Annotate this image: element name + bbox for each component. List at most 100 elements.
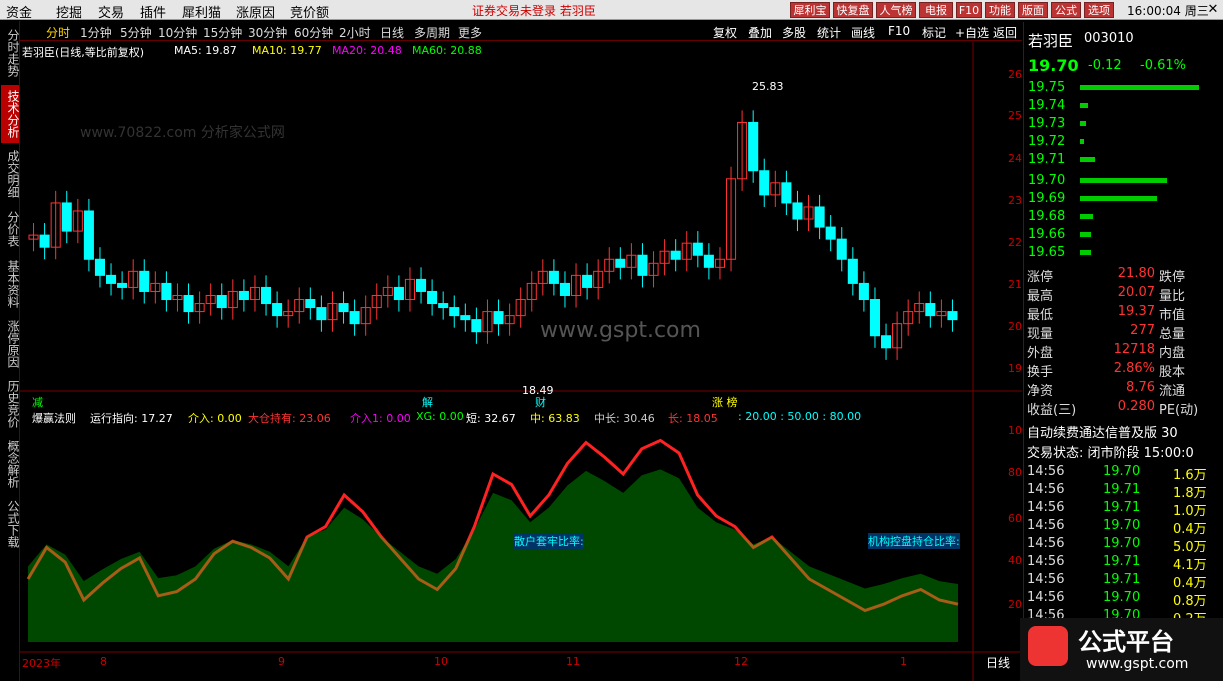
date-axis-label: 12: [734, 655, 748, 668]
depth-bar: [1080, 178, 1167, 183]
tick-row: 14:56 19.71 0.4万: [1027, 572, 1207, 591]
event-marker[interactable]: 减: [32, 394, 43, 410]
candle-body: [238, 290, 249, 301]
toolbar-btn-0[interactable]: 犀利宝: [790, 2, 830, 18]
menu-auction[interactable]: 竞价额: [290, 2, 329, 21]
candle-body: [349, 311, 360, 325]
tool-0[interactable]: 复权: [713, 24, 737, 41]
event-marker[interactable]: 解: [422, 394, 433, 410]
tool-1[interactable]: 叠加: [748, 24, 772, 41]
depth-bar: [1080, 121, 1086, 126]
period-8[interactable]: 日线: [380, 24, 404, 41]
toolbar-btn-4[interactable]: F10: [956, 2, 982, 18]
period-3[interactable]: 10分钟: [158, 24, 197, 41]
ind-short: 短: 32.67: [466, 412, 516, 425]
menu-xilimao[interactable]: 犀利猫: [182, 2, 221, 21]
event-marker[interactable]: 财: [535, 394, 546, 410]
period-4[interactable]: 15分钟: [203, 24, 242, 41]
tick-row: 14:56 19.71 4.1万: [1027, 554, 1207, 573]
bid-row: 19.70: [1028, 173, 1167, 188]
candle-body: [869, 299, 881, 337]
date-axis-label: 10: [434, 655, 448, 668]
stat-row: 最高 20.07 量比: [1027, 285, 1186, 304]
ind-band: [28, 469, 958, 642]
candle-body: [449, 307, 460, 317]
candle-body: [393, 286, 404, 301]
toolbar-btn-1[interactable]: 快复盘: [833, 2, 873, 18]
tab-formula-download[interactable]: 公式下载: [1, 495, 20, 553]
minimize-icon[interactable]: –: [1183, 0, 1203, 20]
tab-concept[interactable]: 概念解析: [1, 435, 20, 493]
candle-body: [670, 250, 681, 260]
chart-area[interactable]: 若羽臣(日线,等比前复权) MA5: 19.87 MA10: 19.77 MA2…: [20, 42, 1040, 681]
candle-body: [847, 258, 858, 284]
toolbar-btn-8[interactable]: 选项: [1084, 2, 1114, 18]
candle-body: [316, 307, 327, 321]
candle-body: [637, 254, 648, 276]
period-1[interactable]: 1分钟: [80, 24, 112, 41]
depth-bar: [1080, 232, 1092, 237]
tick-row: 14:56 19.70 0.4万: [1027, 518, 1207, 537]
depth-bar: [1080, 196, 1157, 201]
bid-row: 19.66: [1028, 227, 1092, 242]
candle-body: [117, 282, 128, 288]
stock-name: 若羽臣: [1028, 32, 1074, 50]
tab-history-auction[interactable]: 历史竞价: [1, 375, 20, 433]
tool-7[interactable]: +自选: [955, 24, 989, 41]
date-axis-label: 11: [566, 655, 580, 668]
tab-price-table[interactable]: 分价表: [1, 205, 20, 253]
period-9[interactable]: 多周期: [414, 24, 450, 41]
tab-intraday[interactable]: 分时走势: [1, 23, 20, 83]
ind-dc: 大仓持有: 23.06: [248, 412, 331, 425]
tab-limit-reason[interactable]: 涨停原因: [1, 315, 20, 373]
tool-4[interactable]: 画线: [851, 24, 875, 41]
candle-body: [947, 311, 958, 321]
tab-fundamentals[interactable]: 基本资料: [1, 255, 20, 313]
stock-change: -0.12: [1088, 58, 1122, 73]
period-10[interactable]: 更多: [458, 24, 482, 41]
trading-state: 交易状态: 闭市阶段 15:00:0: [1027, 446, 1194, 461]
ma60-label: MA60: 20.88: [412, 44, 482, 57]
ask-row: 19.75: [1028, 80, 1199, 95]
candle-body: [460, 315, 471, 321]
menu-trade[interactable]: 交易: [98, 2, 124, 21]
menu-funds[interactable]: 资金: [6, 2, 32, 21]
period-7[interactable]: 2小时: [339, 24, 371, 41]
ind-label-inst: 机构控盘持仓比率:: [868, 533, 960, 549]
tab-technical[interactable]: 技术分析: [1, 85, 20, 143]
tool-3[interactable]: 统计: [817, 24, 841, 41]
candle-body: [615, 258, 626, 268]
menu-dig[interactable]: 挖掘: [56, 2, 82, 21]
ind-label-retail: 散户套牢比率:: [514, 533, 584, 549]
toolbar-btn-5[interactable]: 功能: [985, 2, 1015, 18]
period-0[interactable]: 分时: [46, 24, 70, 41]
candle-body: [106, 274, 117, 284]
period-bar: 分时 1分钟 5分钟 10分钟 15分钟 30分钟 60分钟 2小时 日线 多周…: [20, 22, 1022, 41]
logo-text: 公式平台: [1078, 628, 1174, 656]
toolbar-btn-2[interactable]: 人气榜: [876, 2, 916, 18]
ind-levels: : 20.00 : 50.00 : 80.00: [738, 410, 862, 423]
period-5[interactable]: 30分钟: [248, 24, 287, 41]
candle-body: [836, 238, 847, 260]
tab-trades[interactable]: 成交明细: [1, 145, 20, 203]
tool-5[interactable]: F10: [888, 24, 910, 38]
stat-row: 换手 2.86% 股本: [1027, 361, 1186, 380]
tool-8[interactable]: 返回: [993, 24, 1017, 41]
period-2[interactable]: 5分钟: [120, 24, 152, 41]
event-marker[interactable]: 涨 榜: [712, 394, 738, 410]
candle-body: [759, 170, 770, 196]
toolbar-btn-6[interactable]: 版面: [1018, 2, 1048, 18]
promo-link[interactable]: 自动续费通达信普及版 30: [1027, 422, 1178, 441]
toolbar-btn-3[interactable]: 电报: [919, 2, 953, 18]
close-icon[interactable]: ✕: [1203, 0, 1223, 20]
bottom-tab-daily[interactable]: 日线: [986, 654, 1010, 671]
menu-limit-reason[interactable]: 涨原因: [236, 2, 275, 21]
depth-bar: [1080, 103, 1089, 108]
login-banner[interactable]: 证券交易未登录 若羽臣: [472, 2, 596, 19]
tool-6[interactable]: 标记: [922, 24, 946, 41]
tool-2[interactable]: 多股: [782, 24, 806, 41]
menu-plugin[interactable]: 插件: [140, 2, 166, 21]
period-6[interactable]: 60分钟: [294, 24, 333, 41]
toolbar-btn-7[interactable]: 公式: [1051, 2, 1081, 18]
ask-row: 19.74: [1028, 98, 1089, 113]
